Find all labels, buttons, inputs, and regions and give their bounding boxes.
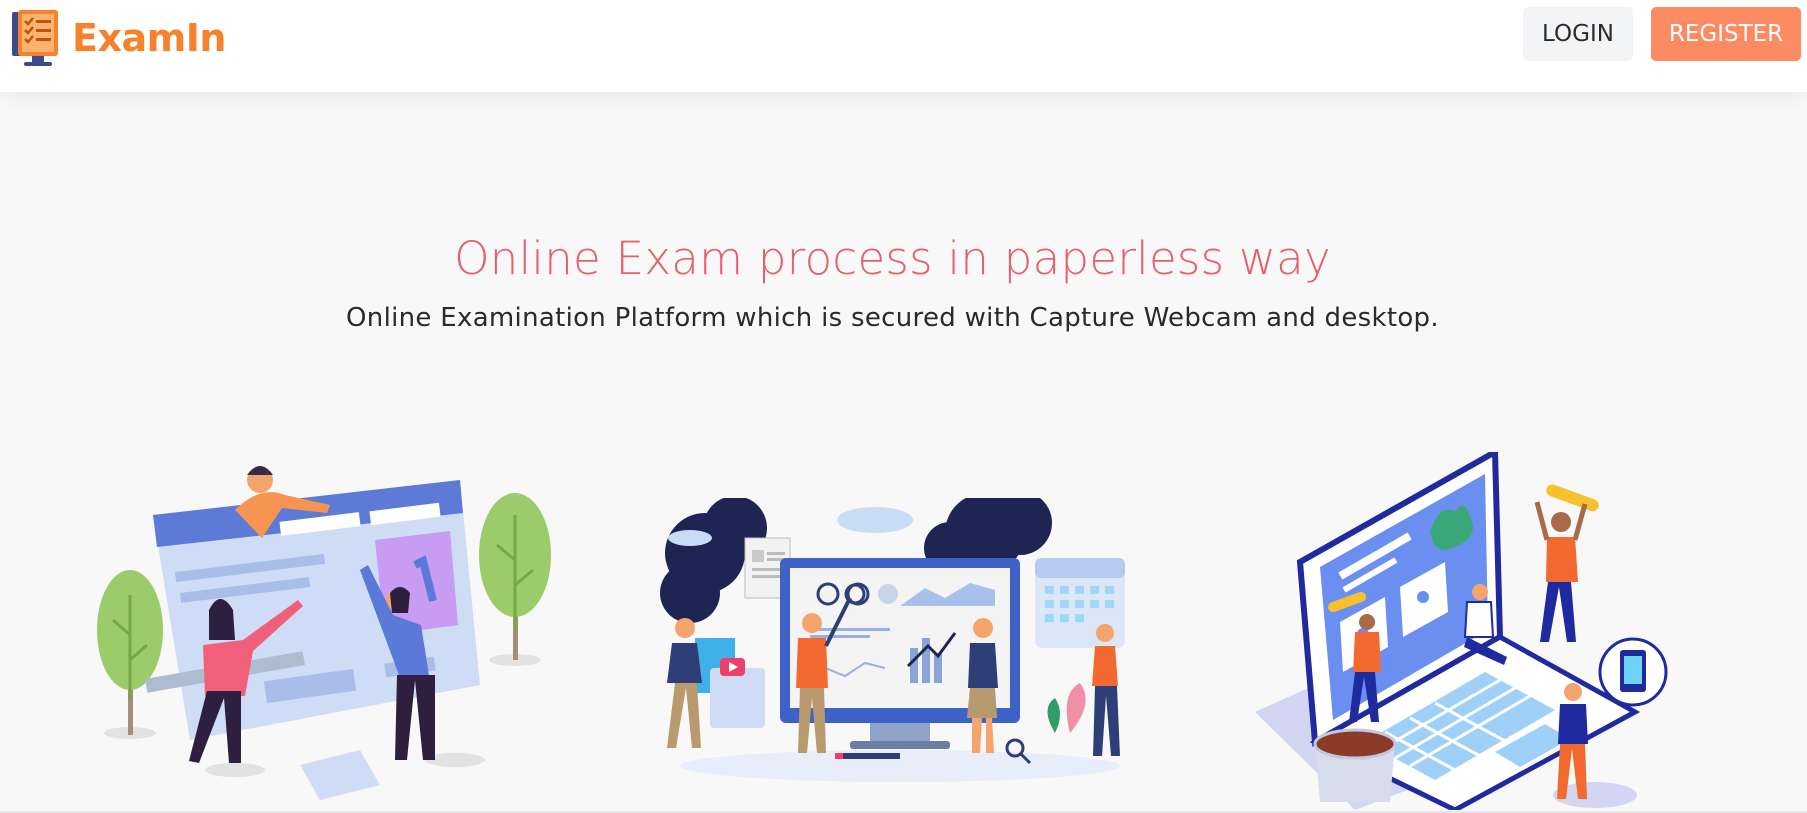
hero-title: Online Exam process in paperless way [454, 232, 1331, 285]
exam-checklist-monitor-icon [12, 10, 58, 66]
brand-name: ExamIn [72, 16, 226, 60]
data-analytics-dashboard-illustration [660, 498, 1125, 782]
top-navbar: ExamIn LOGIN REGISTER [0, 0, 1807, 92]
laptop-teamwork-illustration [1255, 452, 1668, 810]
collaborative-webpage-design-illustration [97, 466, 551, 800]
brand-logo-link[interactable]: ExamIn [10, 8, 226, 68]
hero-subtitle: Online Examination Platform which is sec… [346, 303, 1439, 333]
login-button[interactable]: LOGIN [1523, 7, 1633, 61]
register-button[interactable]: REGISTER [1651, 7, 1801, 61]
